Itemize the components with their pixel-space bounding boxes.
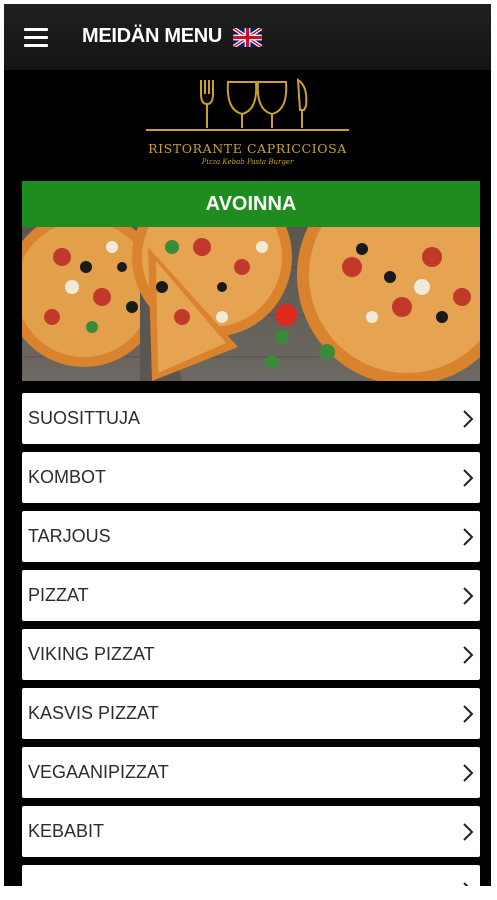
- menu-item-kebabit[interactable]: KEBABIT: [22, 806, 480, 857]
- menu-item-label: KASVIS PIZZAT: [28, 703, 159, 723]
- restaurant-tagline: Pizza Kebab Pasta Burger: [201, 158, 294, 166]
- chevron-right-icon: [463, 528, 474, 546]
- menu-item-tarjous[interactable]: TARJOUS: [22, 511, 480, 562]
- hamburger-menu-icon[interactable]: [24, 28, 48, 48]
- menu-item-vegaanipizzat[interactable]: VEGAANIPIZZAT: [22, 747, 480, 798]
- hero-pizza-image: [22, 227, 480, 381]
- app-frame: MEIDÄN MENU RISTORANTE CAPRICCIOSA Pizza…: [4, 4, 491, 886]
- chevron-right-icon: [463, 469, 474, 487]
- chevron-right-icon: [463, 823, 474, 841]
- page-title: MEIDÄN MENU: [82, 25, 223, 47]
- restaurant-logo: RISTORANTE CAPRICCIOSA Pizza Kebab Pasta…: [4, 70, 491, 182]
- menu-item-label: PIZZAT: [28, 585, 89, 605]
- menu-item-viking-pizzat[interactable]: VIKING PIZZAT: [22, 629, 480, 680]
- menu-item-label: VEGAANIPIZZAT: [28, 762, 169, 782]
- chevron-right-icon: [463, 587, 474, 605]
- chevron-right-icon: [463, 705, 474, 723]
- menu-item-label: VIKING PIZZAT: [28, 644, 155, 664]
- menu-item-suosittuja[interactable]: SUOSITTUJA: [22, 393, 480, 444]
- menu-item-label: TARJOUS: [28, 526, 111, 546]
- menu-item-label: SUOSITTUJA: [28, 408, 141, 428]
- menu-item-kombot[interactable]: KOMBOT: [22, 452, 480, 503]
- menu-item-partial[interactable]: [22, 865, 480, 886]
- chevron-right-icon: [463, 882, 469, 886]
- menu-item-label: KOMBOT: [28, 467, 107, 487]
- restaurant-name: RISTORANTE CAPRICCIOSA: [148, 141, 347, 156]
- chevron-right-icon: [463, 410, 474, 428]
- menu-item-kasvis-pizzat[interactable]: KASVIS PIZZAT: [22, 688, 480, 739]
- chevron-right-icon: [463, 764, 474, 782]
- menu-category-list: SUOSITTUJA KOMBOT TARJOUS PIZZAT VIKING …: [22, 393, 480, 886]
- top-bar: MEIDÄN MENU: [4, 4, 491, 70]
- cutlery-wineglass-logo-icon: [146, 78, 349, 131]
- menu-item-label: KEBABIT: [28, 821, 105, 841]
- chevron-right-icon: [463, 646, 474, 664]
- uk-flag-icon[interactable]: [233, 28, 262, 47]
- menu-item-pizzat[interactable]: PIZZAT: [22, 570, 480, 621]
- open-status-banner: AVOINNA: [22, 181, 480, 227]
